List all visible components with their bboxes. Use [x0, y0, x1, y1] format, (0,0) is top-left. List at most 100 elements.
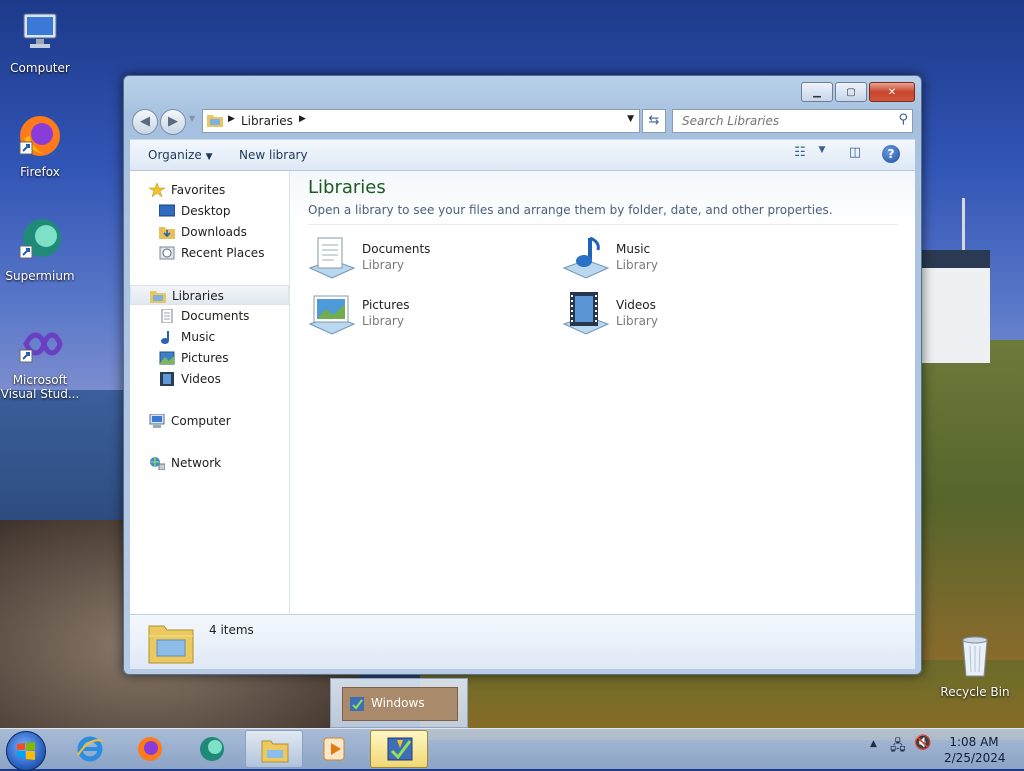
forward-button[interactable]: ▶ — [160, 109, 186, 135]
taskbar-firefox[interactable] — [121, 730, 179, 768]
breadcrumb-arrow-icon[interactable]: ▶ — [228, 114, 235, 124]
star-icon — [149, 183, 165, 197]
network-icon — [150, 457, 165, 470]
preview-pane-icon[interactable]: ◫ — [845, 145, 865, 163]
desktop-icon-label: Firefox — [20, 165, 60, 179]
supermium-icon — [19, 219, 61, 259]
music-note-icon — [161, 331, 169, 344]
nav-documents[interactable]: Documents — [130, 306, 289, 326]
taskbar-supermium[interactable] — [183, 730, 241, 768]
desktop-icon-label: Microsoft Visual Stud... — [0, 373, 80, 401]
breadcrumb-arrow-icon[interactable]: ▶ — [299, 114, 306, 124]
library-name: Pictures — [362, 298, 410, 312]
refresh-button[interactable]: ⇆ — [642, 109, 666, 133]
taskbar-clock[interactable]: 1:08 AM 2/25/2024 — [944, 734, 1006, 766]
library-header: Libraries Open a library to see your fil… — [290, 171, 915, 226]
documents-icon — [161, 309, 173, 323]
internet-explorer-icon — [77, 736, 103, 762]
visual-studio-icon — [19, 332, 63, 363]
nav-pictures[interactable]: Pictures — [130, 348, 289, 368]
recent-places-icon — [159, 246, 175, 260]
nav-label: Favorites — [171, 183, 226, 197]
libraries-large-icon — [148, 625, 194, 664]
nav-label: Documents — [181, 309, 250, 323]
nav-label: Pictures — [181, 351, 229, 365]
nav-recent-places[interactable]: Recent Places — [130, 243, 289, 263]
refresh-icon: ⇆ — [648, 113, 660, 128]
navigation-bar: ◀ ▶ ▼ ▶ Libraries ▶ ▼ ⇆ ⚲ — [132, 108, 913, 135]
search-box[interactable]: ⚲ — [672, 109, 913, 133]
clock-date: 2/25/2024 — [944, 751, 1006, 765]
close-button[interactable]: ✕ — [869, 82, 915, 102]
taskbar-media-player[interactable] — [307, 730, 365, 768]
desktop-icon-computer[interactable]: Computer — [0, 8, 80, 75]
volume-muted-icon[interactable]: 🔇 — [914, 735, 931, 751]
library-type: Library — [616, 314, 658, 328]
nav-downloads[interactable]: Downloads — [130, 222, 289, 242]
music-library-icon — [562, 236, 610, 279]
computer-icon — [149, 414, 165, 428]
library-documents[interactable]: Documents Library — [308, 234, 548, 284]
taskbar-windows-explorer[interactable] — [245, 730, 303, 768]
breadcrumb-libraries[interactable]: Libraries — [241, 114, 293, 128]
library-name: Videos — [616, 298, 656, 312]
windows-logo-icon — [17, 742, 35, 760]
nav-desktop[interactable]: Desktop — [130, 201, 289, 221]
network-status-icon[interactable]: 🖧 — [890, 735, 906, 759]
show-hidden-icons-icon[interactable]: ▲ — [870, 739, 877, 749]
view-options-dropdown-icon[interactable]: ▼ — [812, 145, 832, 163]
minimize-button[interactable]: ▁ — [801, 82, 833, 102]
page-title: Libraries — [308, 177, 386, 198]
forward-arrow-icon: ▶ — [168, 114, 178, 129]
library-name: Documents — [362, 242, 431, 256]
nav-computer[interactable]: Computer — [130, 411, 289, 431]
library-videos[interactable]: Videos Library — [562, 290, 802, 340]
library-music[interactable]: Music Library — [562, 234, 802, 284]
library-pictures[interactable]: Pictures Library — [308, 290, 548, 340]
nav-music[interactable]: Music — [130, 327, 289, 347]
computer-icon — [23, 13, 57, 48]
firefox-icon — [19, 116, 60, 156]
thumbnail-window[interactable]: Windows — [342, 687, 458, 721]
search-input[interactable] — [680, 113, 884, 129]
nav-label: Libraries — [172, 289, 224, 303]
header-divider — [308, 224, 898, 225]
firefox-icon — [138, 737, 162, 761]
desktop-icon-visual-studio[interactable]: Microsoft Visual Stud... — [0, 320, 80, 401]
desktop-icon-supermium[interactable]: Supermium — [0, 216, 80, 283]
recent-pages-dropdown[interactable]: ▼ — [189, 114, 195, 123]
organize-label: Organize — [148, 148, 202, 162]
back-button[interactable]: ◀ — [132, 109, 158, 135]
videos-library-icon — [562, 292, 610, 335]
desktop-icon-recycle-bin[interactable]: Recycle Bin — [935, 632, 1015, 699]
folder-icon — [261, 740, 289, 763]
downloads-folder-icon — [159, 227, 175, 239]
desktop-icon-firefox[interactable]: Firefox — [0, 112, 80, 179]
help-button[interactable]: ? — [882, 145, 900, 163]
nav-label: Downloads — [181, 225, 247, 239]
taskbar-thumbnail-preview[interactable]: Windows — [330, 678, 468, 728]
nav-libraries[interactable]: Libraries — [130, 285, 289, 305]
supermium-icon — [200, 737, 224, 761]
nav-label: Network — [171, 456, 222, 470]
media-player-icon — [323, 737, 345, 761]
windows-setup-icon — [387, 737, 413, 761]
search-icon[interactable]: ⚲ — [898, 112, 908, 127]
recycle-bin-icon — [962, 636, 988, 677]
nav-network[interactable]: Network — [130, 453, 289, 473]
taskbar-internet-explorer[interactable] — [61, 730, 119, 768]
address-dropdown-icon[interactable]: ▼ — [627, 114, 634, 124]
address-bar[interactable]: ▶ Libraries ▶ ▼ — [202, 109, 640, 133]
navigation-pane: Favorites Desktop Downloads Recent Place… — [130, 171, 290, 614]
organize-button[interactable]: Organize ▼ — [148, 148, 213, 162]
change-view-icon[interactable]: ☷ — [790, 145, 810, 163]
nav-videos[interactable]: Videos — [130, 369, 289, 389]
maximize-button[interactable]: ▢ — [835, 82, 867, 102]
nav-favorites[interactable]: Favorites — [130, 180, 289, 200]
start-button[interactable] — [6, 731, 46, 771]
taskbar-windows-setup[interactable] — [370, 730, 428, 768]
wallpaper-house — [920, 250, 990, 363]
help-icon: ? — [887, 147, 895, 161]
new-library-button[interactable]: New library — [239, 148, 308, 162]
desktop-icon-label: Computer — [10, 61, 70, 75]
